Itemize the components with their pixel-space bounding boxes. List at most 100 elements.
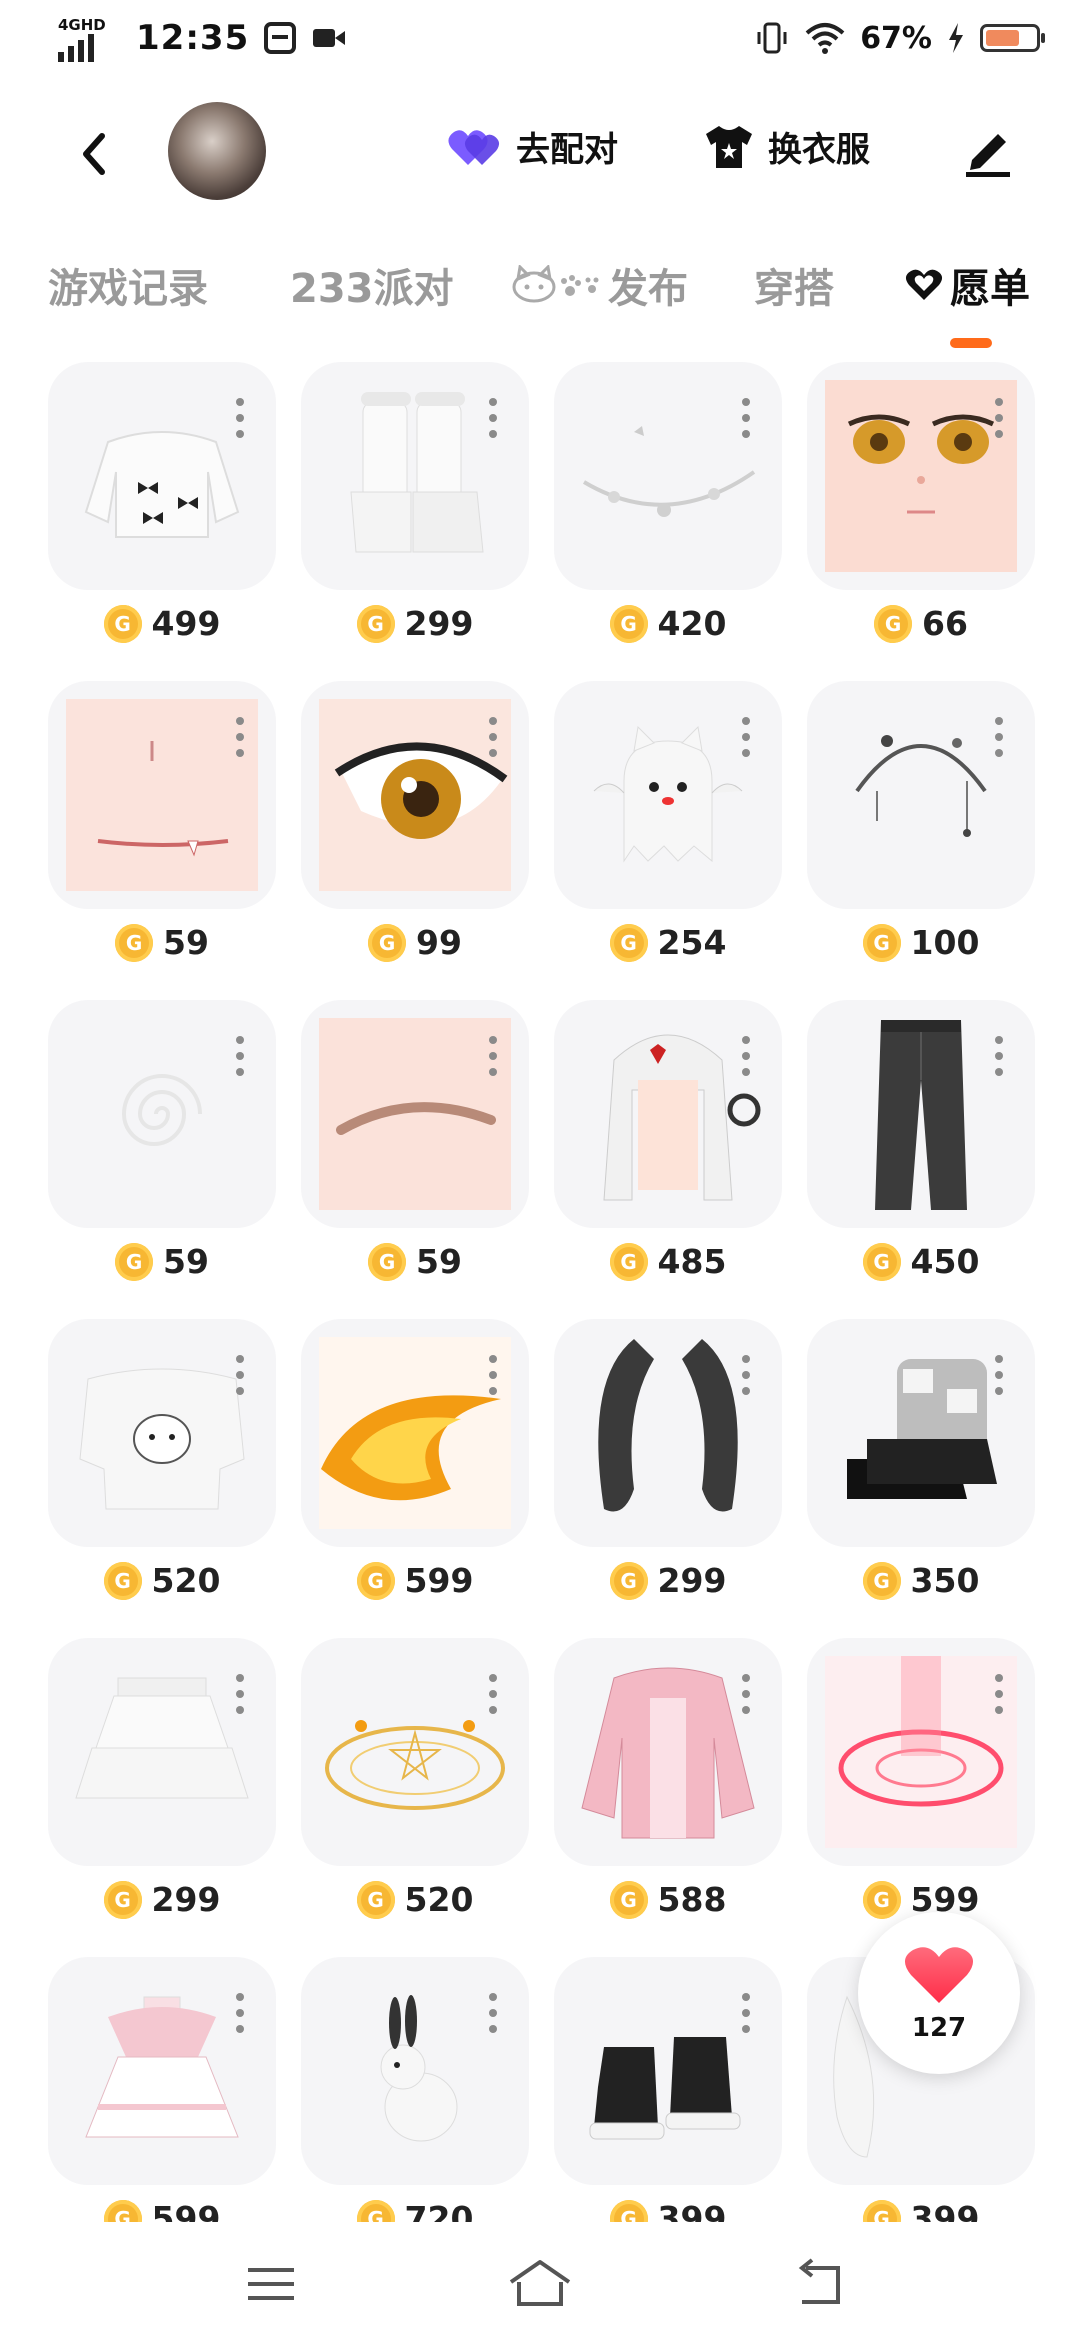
item-thumbnail[interactable]: [554, 1000, 782, 1228]
item-price: G 520: [48, 1561, 276, 1600]
wishlist-item[interactable]: G 599: [301, 1319, 529, 1600]
tab-outfits[interactable]: 穿搭: [754, 256, 834, 314]
wishlist-item[interactable]: G 599: [807, 1638, 1035, 1919]
item-thumbnail[interactable]: [48, 362, 276, 590]
wishlist-item[interactable]: G 254: [554, 681, 782, 962]
item-thumbnail[interactable]: [554, 1319, 782, 1547]
more-options-button[interactable]: [742, 398, 752, 438]
item-price: G 99: [301, 923, 529, 962]
item-thumbnail[interactable]: [807, 681, 1035, 909]
wishlist-item[interactable]: G 299: [554, 1319, 782, 1600]
edit-icon[interactable]: [958, 120, 1018, 180]
item-thumbnail[interactable]: [48, 681, 276, 909]
wishlist-item[interactable]: G 59: [48, 681, 276, 962]
match-button[interactable]: 去配对: [446, 122, 618, 171]
tab-game-records[interactable]: 游戏记录: [48, 256, 208, 314]
more-options-button[interactable]: [995, 1674, 1005, 1714]
more-options-button[interactable]: [742, 1993, 752, 2033]
wishlist-item[interactable]: G 100: [807, 681, 1035, 962]
wishlist-item[interactable]: G 299: [301, 362, 529, 643]
more-options-button[interactable]: [995, 1355, 1005, 1395]
more-options-button[interactable]: [489, 1993, 499, 2033]
item-thumbnail[interactable]: [301, 681, 529, 909]
charging-icon: [949, 23, 963, 53]
more-options-button[interactable]: [742, 1674, 752, 1714]
more-options-button[interactable]: [742, 1036, 752, 1076]
more-options-button[interactable]: [995, 1036, 1005, 1076]
home-icon[interactable]: [505, 2254, 575, 2314]
like-float-button[interactable]: 127: [858, 1912, 1020, 2074]
item-thumbnail[interactable]: [301, 1957, 529, 2185]
item-thumbnail[interactable]: [807, 1000, 1035, 1228]
profile-header: 去配对 换衣服: [0, 96, 1080, 208]
wishlist-item[interactable]: G 99: [301, 681, 529, 962]
item-price: G 399: [554, 2199, 782, 2222]
more-options-button[interactable]: [489, 1355, 499, 1395]
tab-publish[interactable]: 发布: [510, 256, 688, 314]
price-value: 485: [657, 1242, 727, 1281]
avatar[interactable]: [168, 102, 266, 200]
wishlist-item[interactable]: G 520: [301, 1638, 529, 1919]
wishlist-item[interactable]: G 485: [554, 1000, 782, 1281]
more-options-button[interactable]: [236, 717, 246, 757]
wishlist-item[interactable]: G 588: [554, 1638, 782, 1919]
item-thumbnail[interactable]: [48, 1000, 276, 1228]
item-thumbnail[interactable]: [554, 362, 782, 590]
wishlist-item[interactable]: G 59: [301, 1000, 529, 1281]
more-options-button[interactable]: [236, 1674, 246, 1714]
wishlist-item[interactable]: G 299: [48, 1638, 276, 1919]
item-thumbnail[interactable]: [301, 1000, 529, 1228]
wishlist-item[interactable]: G 720: [301, 1957, 529, 2222]
wishlist-item[interactable]: G 399: [554, 1957, 782, 2222]
item-thumbnail[interactable]: [301, 362, 529, 590]
more-options-button[interactable]: [742, 717, 752, 757]
price-value: 59: [163, 923, 209, 962]
coin-icon: G: [862, 923, 901, 962]
more-options-button[interactable]: [995, 717, 1005, 757]
more-options-button[interactable]: [236, 1993, 246, 2033]
anime-eye-icon: [319, 699, 511, 891]
item-thumbnail[interactable]: [554, 681, 782, 909]
back-nav-icon[interactable]: [786, 2254, 856, 2314]
tab-wishlist[interactable]: 愿单: [904, 256, 1030, 314]
price-value: 599: [151, 2199, 221, 2222]
item-thumbnail[interactable]: [554, 1957, 782, 2185]
price-value: 59: [163, 1242, 209, 1281]
wishlist-item[interactable]: G 66: [807, 362, 1035, 643]
wishlist-item[interactable]: G 520: [48, 1319, 276, 1600]
wishlist-item[interactable]: G 350: [807, 1319, 1035, 1600]
tab-233-party[interactable]: 233派对: [290, 256, 454, 314]
tshirt-icon: [706, 125, 752, 168]
menu-icon[interactable]: [236, 2254, 306, 2314]
price-value: 599: [404, 1561, 474, 1600]
item-thumbnail[interactable]: [807, 1638, 1035, 1866]
more-options-button[interactable]: [489, 717, 499, 757]
more-options-button[interactable]: [489, 398, 499, 438]
wishlist-item[interactable]: G 450: [807, 1000, 1035, 1281]
change-outfit-button[interactable]: 换衣服: [702, 122, 870, 171]
wishlist-item[interactable]: G 499: [48, 362, 276, 643]
more-options-button[interactable]: [995, 398, 1005, 438]
item-thumbnail[interactable]: [48, 1319, 276, 1547]
profile-tabs: 游戏记录 233派对 发布 穿搭 愿单: [0, 246, 1080, 348]
wishlist-item[interactable]: G 420: [554, 362, 782, 643]
item-thumbnail[interactable]: [301, 1638, 529, 1866]
item-thumbnail[interactable]: [554, 1638, 782, 1866]
item-thumbnail[interactable]: [301, 1319, 529, 1547]
more-options-button[interactable]: [236, 1036, 246, 1076]
back-button[interactable]: [66, 124, 126, 184]
more-options-button[interactable]: [236, 1355, 246, 1395]
status-right: 67%: [754, 20, 1045, 56]
wishlist-item[interactable]: G 599: [48, 1957, 276, 2222]
more-options-button[interactable]: [742, 1355, 752, 1395]
item-thumbnail[interactable]: [48, 1638, 276, 1866]
item-thumbnail[interactable]: [48, 1957, 276, 2185]
more-options-button[interactable]: [489, 1036, 499, 1076]
purple-hearts-icon: [448, 129, 500, 165]
more-options-button[interactable]: [489, 1674, 499, 1714]
wishlist-item[interactable]: G 59: [48, 1000, 276, 1281]
item-thumbnail[interactable]: [807, 362, 1035, 590]
tab-label: 穿搭: [754, 266, 834, 312]
more-options-button[interactable]: [236, 398, 246, 438]
item-thumbnail[interactable]: [807, 1319, 1035, 1547]
